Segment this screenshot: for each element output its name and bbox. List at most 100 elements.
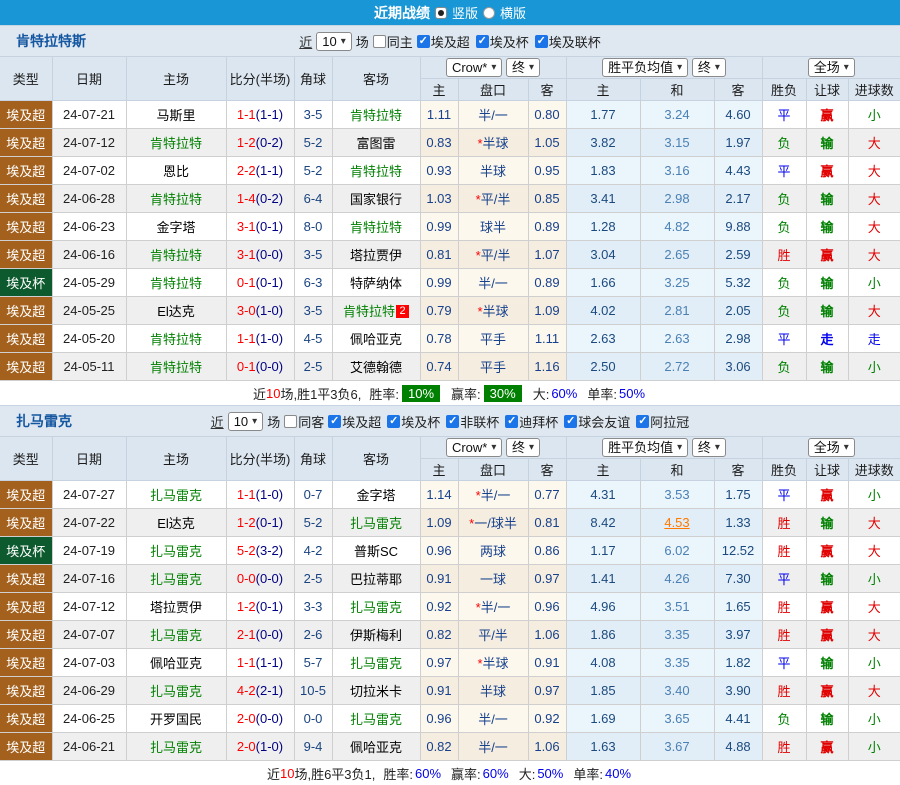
checkbox-icon[interactable]: [372, 34, 386, 48]
goals-result-flag: 大: [847, 240, 900, 269]
away-team: 艾德翰德: [331, 352, 421, 381]
match-score: 1-2(0-1): [225, 508, 295, 537]
home-team: 塔拉贾伊: [125, 592, 227, 621]
odds-source-select[interactable]: Crow* ▾: [445, 58, 503, 77]
mean-home: 1.86: [565, 620, 641, 649]
result-flag: 胜: [761, 620, 807, 649]
checkbox-icon[interactable]: [416, 34, 430, 48]
fulltime-score: 1-4: [236, 191, 256, 206]
corners: 5-2: [293, 128, 333, 157]
games-count-select[interactable]: 10 ▾: [227, 411, 264, 431]
checkbox-icon[interactable]: [387, 414, 401, 428]
checkbox-icon[interactable]: [564, 414, 578, 428]
result-flag: 平: [761, 480, 807, 509]
mean-away: 1.97: [713, 128, 763, 157]
radio-vertical-label[interactable]: 竖版: [452, 3, 478, 22]
corners: 6-3: [293, 268, 333, 297]
chevron-down-icon: ▾: [252, 415, 258, 427]
match-score: 3-0(1-0): [225, 296, 295, 325]
near-link[interactable]: 近: [211, 412, 224, 431]
match-row: 埃及超 24-06-21 扎马雷克 2-0(1-0) 9-4 佩哈亚克 0.82…: [0, 732, 900, 761]
scope-select[interactable]: 全场 ▾: [807, 438, 855, 457]
match-score: 4-2(2-1): [225, 676, 295, 705]
halftime-score: (1-0): [255, 739, 284, 754]
competition-filter[interactable]: 埃及超: [328, 412, 381, 431]
mean-select[interactable]: 胜平负均值 ▾: [602, 438, 689, 457]
competition-filter[interactable]: 非联杯: [446, 412, 499, 431]
final-odds-select[interactable]: 终 ▾: [506, 58, 541, 77]
same-side-filter[interactable]: 同主: [372, 32, 413, 51]
odds-away: 0.81: [527, 508, 567, 537]
odds-away: 1.09: [527, 296, 567, 325]
checkbox-icon[interactable]: [328, 414, 342, 428]
match-row: 埃及超 24-07-22 El达克 1-2(0-1) 5-2 扎马雷克 1.09…: [0, 508, 900, 537]
mean-home: 2.50: [565, 352, 641, 381]
checkbox-icon[interactable]: [446, 414, 460, 428]
match-type: 埃及超: [0, 212, 53, 241]
match-date: 24-07-19: [51, 536, 127, 565]
mean-draw: 3.53: [639, 480, 715, 509]
col-goals: 进球数: [847, 458, 900, 481]
competition-filter[interactable]: 埃及联杯: [534, 32, 601, 51]
halftime-score: (1-1): [255, 107, 284, 122]
chevron-down-icon: ▾: [529, 442, 535, 453]
col-score: 比分(半场): [225, 56, 295, 101]
away-team: 佩哈亚克: [331, 324, 421, 353]
match-score: 1-1(1-1): [225, 100, 295, 129]
competition-filter[interactable]: 埃及超: [416, 32, 470, 51]
checkbox-icon[interactable]: [475, 34, 489, 48]
col-cover: 让球: [805, 458, 849, 481]
handicap: *平/半: [457, 240, 529, 269]
near-link[interactable]: 近: [299, 32, 312, 51]
radio-horizontal-label[interactable]: 横版: [500, 3, 526, 22]
team1-name: 肯特拉特斯: [16, 33, 86, 49]
corners: 6-4: [293, 184, 333, 213]
radio-vertical-layout[interactable]: [434, 6, 447, 19]
competition-filter[interactable]: 迪拜杯: [505, 412, 558, 431]
mean-away: 4.41: [713, 704, 763, 733]
halftime-score: (3-2): [255, 543, 284, 558]
goals-result-flag: 大: [847, 620, 900, 649]
match-type: 埃及超: [0, 184, 53, 213]
mean-select[interactable]: 胜平负均值 ▾: [602, 58, 689, 77]
radio-horizontal-layout[interactable]: [483, 6, 495, 19]
chevron-down-icon: ▾: [714, 442, 720, 453]
match-row: 埃及杯 24-07-19 扎马雷克 5-2(3-2) 4-2 普斯SC 0.96…: [0, 536, 900, 565]
col-home: 主场: [125, 56, 227, 101]
col-date: 日期: [51, 56, 127, 101]
result-flag: 负: [761, 704, 807, 733]
mean-home: 1.83: [565, 156, 641, 185]
scope-select[interactable]: 全场 ▾: [807, 58, 855, 77]
mean-home: 1.63: [565, 732, 641, 761]
home-team: 扎马雷克: [125, 480, 227, 509]
fulltime-score: 1-2: [236, 135, 256, 150]
corners: 5-2: [293, 156, 333, 185]
goals-result-flag: 小: [847, 704, 900, 733]
checkbox-icon[interactable]: [636, 414, 650, 428]
competition-filter[interactable]: 阿拉冠: [636, 412, 689, 431]
col-mean-away: 客: [713, 78, 763, 101]
games-count-select[interactable]: 10 ▾: [316, 31, 352, 51]
result-flag: 负: [761, 128, 807, 157]
odds-home: 1.03: [419, 184, 459, 213]
mean-home: 1.69: [565, 704, 641, 733]
competition-filter[interactable]: 埃及杯: [387, 412, 440, 431]
odds-source-select[interactable]: Crow* ▾: [445, 438, 503, 457]
checkbox-icon[interactable]: [534, 34, 548, 48]
col-handicap: 盘口: [457, 78, 529, 101]
final-mean-select[interactable]: 终 ▾: [691, 58, 726, 77]
result-flag: 平: [761, 324, 807, 353]
checkbox-icon[interactable]: [505, 414, 519, 428]
mean-draw: 3.16: [639, 156, 715, 185]
home-team: 肯特拉特: [125, 240, 227, 269]
same-side-filter[interactable]: 同客: [284, 412, 324, 431]
final-mean-select[interactable]: 终 ▾: [691, 438, 726, 457]
handicap-result-flag: 赢: [805, 732, 849, 761]
competition-filter[interactable]: 球会友谊: [564, 412, 630, 431]
competition-filter[interactable]: 埃及杯: [475, 32, 529, 51]
chevron-down-icon: ▾: [491, 442, 497, 453]
checkbox-icon[interactable]: [284, 414, 298, 428]
halftime-score: (0-1): [255, 599, 284, 614]
result-flag: 平: [761, 564, 807, 593]
final-odds-select[interactable]: 终 ▾: [506, 438, 541, 457]
